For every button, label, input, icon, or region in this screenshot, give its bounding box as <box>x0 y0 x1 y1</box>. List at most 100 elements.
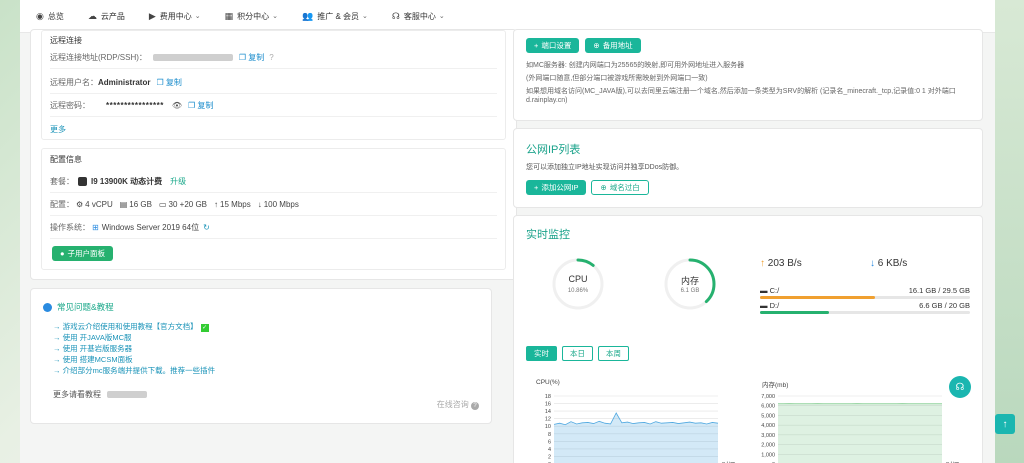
headset-icon: ☊ <box>955 381 965 393</box>
faq-item[interactable]: → 使用 搭建MCSM面板 <box>53 354 133 365</box>
arrow-right-icon: → <box>53 322 63 331</box>
arrow-right-icon: → <box>53 333 63 342</box>
cpu-chart-title: CPU(%) <box>536 379 560 386</box>
nav-item-label: 推广 & 会员 <box>317 11 360 21</box>
nav-item-5[interactable]: ☊ 客服中心 ⌄ <box>392 11 445 22</box>
cpu-chart-y-tick-label: 8 <box>548 432 551 438</box>
copy-user-button[interactable]: ❐ 复制 <box>156 77 181 88</box>
nav-item-3[interactable]: ▦ 积分中心 ⌄ <box>225 11 278 22</box>
nav-item-2[interactable]: ▶ 费用中心 ⌄ <box>149 11 201 22</box>
cloud-icon: ☁ <box>87 10 97 21</box>
memory-chart: 01,0002,0003,0004,0005,0006,0007,000时间 <box>761 394 959 463</box>
upgrade-link[interactable]: 升级 <box>170 176 186 187</box>
disk-usage-fill <box>760 311 830 314</box>
port-settings-label: 端口设置 <box>541 41 572 50</box>
public-ip-buttons: + 添加公网IP ⊕ 域名过白 <box>526 180 649 195</box>
faq-item[interactable]: → 使用 开基岩版服务器 <box>53 343 132 354</box>
disk-name-label: C:/ <box>769 286 780 295</box>
faq-item[interactable]: → 介绍部分mc服务端并提供下载。推荐一些插件 <box>53 365 215 376</box>
arrow-up-icon: ↑ <box>1002 418 1008 430</box>
plus-icon: + <box>534 41 539 50</box>
cpu-icon: ⚙ <box>76 200 84 209</box>
monitor-tab[interactable]: 实时 <box>526 346 557 361</box>
copy-icon: ❐ <box>187 101 198 110</box>
disk-usage-bar <box>760 311 970 314</box>
remote-pwd-value: **************** <box>106 101 164 110</box>
spec-down: 100 Mbps <box>263 200 299 209</box>
cpu-chart: 024681012141618时间 <box>545 394 735 463</box>
port-card: + 端口设置 ⊕ 备用地址 如MC服务器: 创建内网端口为25565的映射,即可用外… <box>513 29 983 121</box>
nav-item-0[interactable]: ◉ 总览 <box>36 11 64 22</box>
faq-item-label: 游戏云介绍使用和使用教程【官方文档】 <box>62 322 198 331</box>
net-down: ↓ 6 KB/s <box>870 258 907 269</box>
cpu-chart-y-tick-label: 18 <box>545 394 551 400</box>
cpu-chart-area <box>554 413 718 463</box>
spec-cpu: 4 vCPU <box>85 200 113 209</box>
compass-icon <box>43 302 52 312</box>
sub-user-panel-button[interactable]: ● 子用户面板 <box>52 246 114 261</box>
memory-gauge-label: 内存 <box>680 276 699 286</box>
online-consult[interactable]: 在线咨询 ? <box>437 399 479 410</box>
copy-user-label: 复制 <box>165 78 182 87</box>
cpu-gauge-label: CPU <box>568 274 588 284</box>
nav-item-1[interactable]: ☁ 云产品 <box>88 11 125 22</box>
port-line-3: 如果想用域名访问(MC_JAVA版),可以去同里云端注册一个域名,然后添加一条类… <box>526 88 956 95</box>
arrow-up-icon: ↑ <box>760 258 765 269</box>
faq-item-label: 使用 开基岩版服务器 <box>62 344 133 353</box>
arrow-up-icon: ↑ <box>214 200 219 209</box>
domain-whitelist-button[interactable]: ⊕ 域名过白 <box>591 180 649 195</box>
copy-icon: ❐ <box>238 53 249 62</box>
cpu-chart-y-tick-label: 12 <box>545 417 551 423</box>
remote-more-link[interactable]: 更多 <box>50 124 66 135</box>
os-value: Windows Server 2019 64位 <box>101 223 200 232</box>
copy-pwd-button[interactable]: ❐ 复制 <box>188 100 213 111</box>
remote-addr-row: 远程连接地址(RDP/SSH)： ❐ 复制 ? <box>50 47 497 69</box>
customer-service-button[interactable]: ☊ <box>949 376 971 398</box>
chevron-down-icon: ⌄ <box>438 13 445 20</box>
mem-chart-y-tick-label: 6,000 <box>761 404 775 410</box>
port-settings-button[interactable]: + 端口设置 <box>526 38 580 53</box>
backup-address-button[interactable]: ⊕ 备用地址 <box>585 38 641 53</box>
main-area: 远程连接 远程连接地址(RDP/SSH)： ❐ 复制 ? 远程用户名： Admi… <box>20 29 995 463</box>
nav-item-label: 费用中心 <box>159 11 192 21</box>
cpu-gauge <box>552 258 604 310</box>
refresh-icon[interactable]: ↻ <box>203 223 210 232</box>
disk-usage: 6.6 GB / 20 GB <box>919 301 970 310</box>
faq-card: 常见问题&教程 → 游戏云介绍使用和使用教程【官方文档】 ✓ → 使用 开JAVA版… <box>30 288 492 424</box>
nav-item-label: 云产品 <box>100 11 125 21</box>
help-icon[interactable]: ? <box>269 53 273 62</box>
mem-chart-y-tick-label: 1,000 <box>761 452 775 458</box>
monitor-tab[interactable]: 本日 <box>562 346 593 361</box>
eye-icon[interactable]: 👁 <box>172 101 182 110</box>
port-line-1: 如MC服务器: 创建内网端口为25565的映射,即可用外网地址进入服务器 <box>526 62 745 69</box>
right-edge-strip <box>995 0 1024 463</box>
dashboard-icon: ◉ <box>36 10 44 21</box>
faq-item[interactable]: → 游戏云介绍使用和使用教程【官方文档】 ✓ <box>53 321 209 332</box>
mem-chart-y-tick-label: 2,000 <box>761 443 775 449</box>
chip-icon <box>78 177 87 186</box>
faq-item[interactable]: → 使用 开JAVA版MC服 <box>53 332 132 343</box>
chevron-down-icon: ⌄ <box>194 13 201 20</box>
faq-more-text[interactable]: 更多请看教程 <box>53 389 101 400</box>
nav-item-4[interactable]: 👥 推广 & 会员 ⌄ <box>302 11 368 22</box>
headset-icon: ☊ <box>391 10 400 21</box>
copy-addr-button[interactable]: ❐ 复制 <box>239 52 264 63</box>
copy-pwd-label: 复制 <box>197 101 214 110</box>
remote-title: 远程连接 <box>50 36 82 45</box>
spec-row: 配置： ⚙ 4 vCPU ▤ 16 GB ▭ 30 +20 GB ↑ 15 Mbps ↓… <box>50 194 497 216</box>
faq-item-label: 使用 搭建MCSM面板 <box>62 355 133 364</box>
faq-more: 更多请看教程 <box>53 389 147 400</box>
cpu-chart-y-tick-label: 6 <box>548 439 551 445</box>
public-ip-card: 公网IP列表 您可以添加独立IP地址实现访问并独享DDos防御。 + 添加公网IP… <box>513 128 983 208</box>
cpu-chart-y-tick-label: 4 <box>548 447 551 453</box>
nav-item-label: 积分中心 <box>237 11 270 21</box>
port-line-4: d.rainplay.cn) <box>526 97 568 104</box>
disk-name: ▬ C:/ <box>760 286 779 295</box>
disk-icon: ▬ <box>760 286 770 295</box>
remote-addr-label: 远程连接地址(RDP/SSH)： <box>50 53 147 62</box>
monitor-tab[interactable]: 本周 <box>598 346 629 361</box>
user-icon: ● <box>60 249 65 258</box>
add-public-ip-button[interactable]: + 添加公网IP <box>526 180 587 195</box>
add-public-ip-label: 添加公网IP <box>541 183 579 192</box>
back-to-top-button[interactable]: ↑ <box>995 414 1015 434</box>
